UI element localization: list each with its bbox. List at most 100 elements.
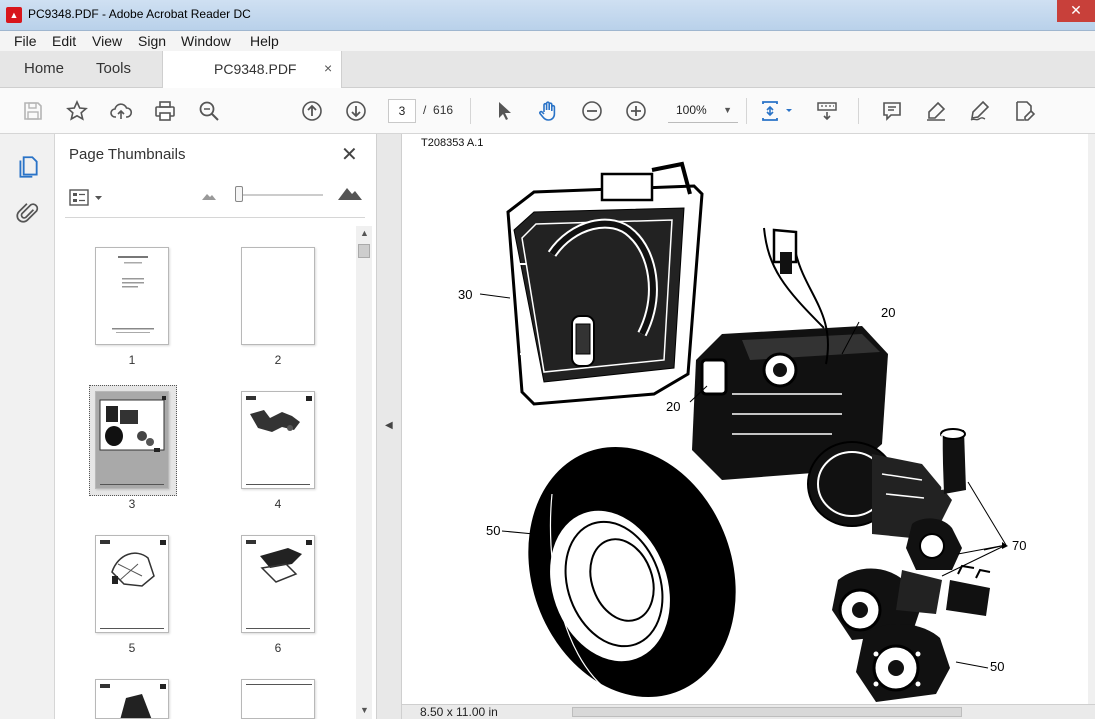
edit-document-icon — [1016, 101, 1036, 121]
sign-pen-icon — [970, 100, 990, 121]
thumbnail-size-small-icon — [202, 194, 216, 200]
window-title: PC9348.PDF - Adobe Acrobat Reader DC — [28, 7, 251, 21]
thumbnail-label-5: 5 — [128, 641, 136, 655]
engine-assembly — [692, 227, 952, 540]
callout-20-lower: 20 — [666, 399, 681, 414]
cursor-arrow-icon — [499, 102, 511, 120]
fit-page-icon — [762, 101, 792, 121]
thumbnail-scrollbar[interactable]: ▲ ▼ — [356, 226, 372, 719]
thumbnail-label-3: 3 — [128, 497, 136, 511]
pane-divider — [65, 217, 365, 218]
printer-icon — [155, 101, 175, 121]
exploded-parts-illustration — [479, 161, 1008, 702]
document-status-bar: 8.50 x 11.00 in — [402, 704, 1095, 719]
thumbnail-page-3-preview — [99, 396, 166, 485]
hand-tool-button[interactable] — [535, 98, 561, 124]
document-vertical-scrollbar[interactable] — [1088, 134, 1095, 704]
thumbnail-page-5-preview — [100, 540, 166, 629]
attachments-nav-button[interactable] — [15, 200, 41, 226]
thumbnail-page-7-preview — [100, 684, 166, 718]
oil-filter — [940, 428, 966, 494]
print-button[interactable] — [152, 98, 178, 124]
sign-button[interactable] — [967, 98, 993, 124]
thumbnail-page-7[interactable] — [95, 679, 169, 719]
navigation-strip — [0, 134, 55, 719]
tab-close-icon[interactable]: × — [324, 60, 332, 76]
scroll-down-arrow-icon[interactable]: ▼ — [360, 705, 369, 715]
next-page-button[interactable] — [343, 98, 369, 124]
thumbnail-page-8[interactable] — [241, 679, 315, 719]
page-separator: / — [423, 103, 427, 117]
star-icon — [66, 100, 88, 121]
menu-edit[interactable]: Edit — [52, 33, 76, 49]
pane-title: Page Thumbnails — [69, 146, 186, 163]
arrow-up-circle-icon — [302, 101, 322, 121]
select-tool-button[interactable] — [491, 98, 517, 124]
page-number-input[interactable]: 3 — [388, 99, 416, 123]
toolbar-divider — [746, 98, 747, 124]
prev-page-button[interactable] — [299, 98, 325, 124]
scroll-up-arrow-icon[interactable]: ▲ — [360, 228, 369, 238]
thumbnail-page-5[interactable] — [95, 535, 169, 633]
thumbnail-page-4[interactable] — [241, 391, 315, 489]
thumbnail-page-6[interactable] — [241, 535, 315, 633]
fit-page-button[interactable] — [758, 98, 796, 124]
callout-20-upper: 20 — [881, 305, 896, 320]
zoom-in-button[interactable] — [623, 98, 649, 124]
save-button[interactable] — [20, 98, 46, 124]
upload-button[interactable] — [108, 98, 134, 124]
cloud-upload-icon — [110, 103, 133, 119]
thumbnail-page-2[interactable] — [241, 247, 315, 345]
thumbnail-page-3[interactable] — [95, 391, 169, 489]
callout-30: 30 — [458, 287, 473, 302]
zoom-level-select[interactable]: 100% ▼ — [668, 99, 738, 123]
search-zoom-icon — [199, 101, 219, 121]
menu-window[interactable]: Window — [181, 33, 231, 49]
highlight-button[interactable] — [923, 98, 949, 124]
acrobat-app-icon: ▲ — [6, 7, 22, 23]
page-thumbnails-pane: Page Thumbnails ✕ 1 2 3 4 5 6 ▲ ▼ — [55, 134, 377, 719]
callout-70: 70 — [1012, 538, 1027, 553]
thumbnail-size-slider-track[interactable] — [235, 194, 323, 196]
thumbnail-page-1[interactable] — [95, 247, 169, 345]
pdf-page: T208353 A.1 30 20 20 50 70 50 — [402, 134, 1088, 704]
thumbnail-label-4: 4 — [274, 497, 282, 511]
window-close-button[interactable]: ✕ — [1057, 0, 1095, 22]
page-size-label: 8.50 x 11.00 in — [420, 705, 498, 719]
tab-bar: Home Tools PC9348.PDF × — [0, 51, 1095, 89]
find-button[interactable] — [196, 98, 222, 124]
thumbnail-scrollbar-thumb[interactable] — [358, 244, 370, 258]
fill-sign-button[interactable] — [1011, 98, 1037, 124]
thumbnail-page-4-preview — [246, 396, 312, 485]
options-list-icon — [69, 189, 102, 206]
toolbar-divider — [470, 98, 471, 124]
plus-circle-icon — [626, 101, 646, 121]
page-thumbnails-nav-button[interactable] — [15, 154, 41, 180]
thumbnails-icon — [19, 156, 38, 178]
thumbnail-label-1: 1 — [128, 353, 136, 367]
menu-view[interactable]: View — [92, 33, 122, 49]
keyboard-scroll-icon — [817, 102, 837, 121]
zoom-level-value: 100% — [676, 103, 707, 117]
menu-help[interactable]: Help — [250, 33, 279, 49]
thumbnail-size-large-icon — [338, 188, 362, 200]
menu-sign[interactable]: Sign — [138, 33, 166, 49]
paperclip-icon — [16, 203, 39, 223]
scroll-mode-button[interactable] — [814, 98, 840, 124]
horizontal-scrollbar-thumb[interactable] — [572, 707, 962, 717]
pane-splitter[interactable]: ◀ — [377, 134, 402, 719]
thumbnail-options-button[interactable] — [69, 188, 105, 208]
toolbar-divider — [858, 98, 859, 124]
tab-tools[interactable]: Tools — [96, 51, 131, 88]
menu-file[interactable]: File — [14, 33, 37, 49]
pane-close-icon[interactable]: ✕ — [341, 142, 358, 167]
highlighter-pen-icon — [927, 101, 946, 121]
comment-button[interactable] — [879, 98, 905, 124]
tab-document-label: PC9348.PDF — [214, 61, 297, 77]
zoom-out-button[interactable] — [579, 98, 605, 124]
tab-document[interactable]: PC9348.PDF × — [162, 51, 342, 89]
tab-home[interactable]: Home — [24, 51, 64, 88]
bookmark-button[interactable] — [64, 98, 90, 124]
collapse-pane-arrow-icon[interactable]: ◀ — [385, 420, 393, 431]
thumbnail-size-slider-handle[interactable] — [235, 186, 243, 202]
